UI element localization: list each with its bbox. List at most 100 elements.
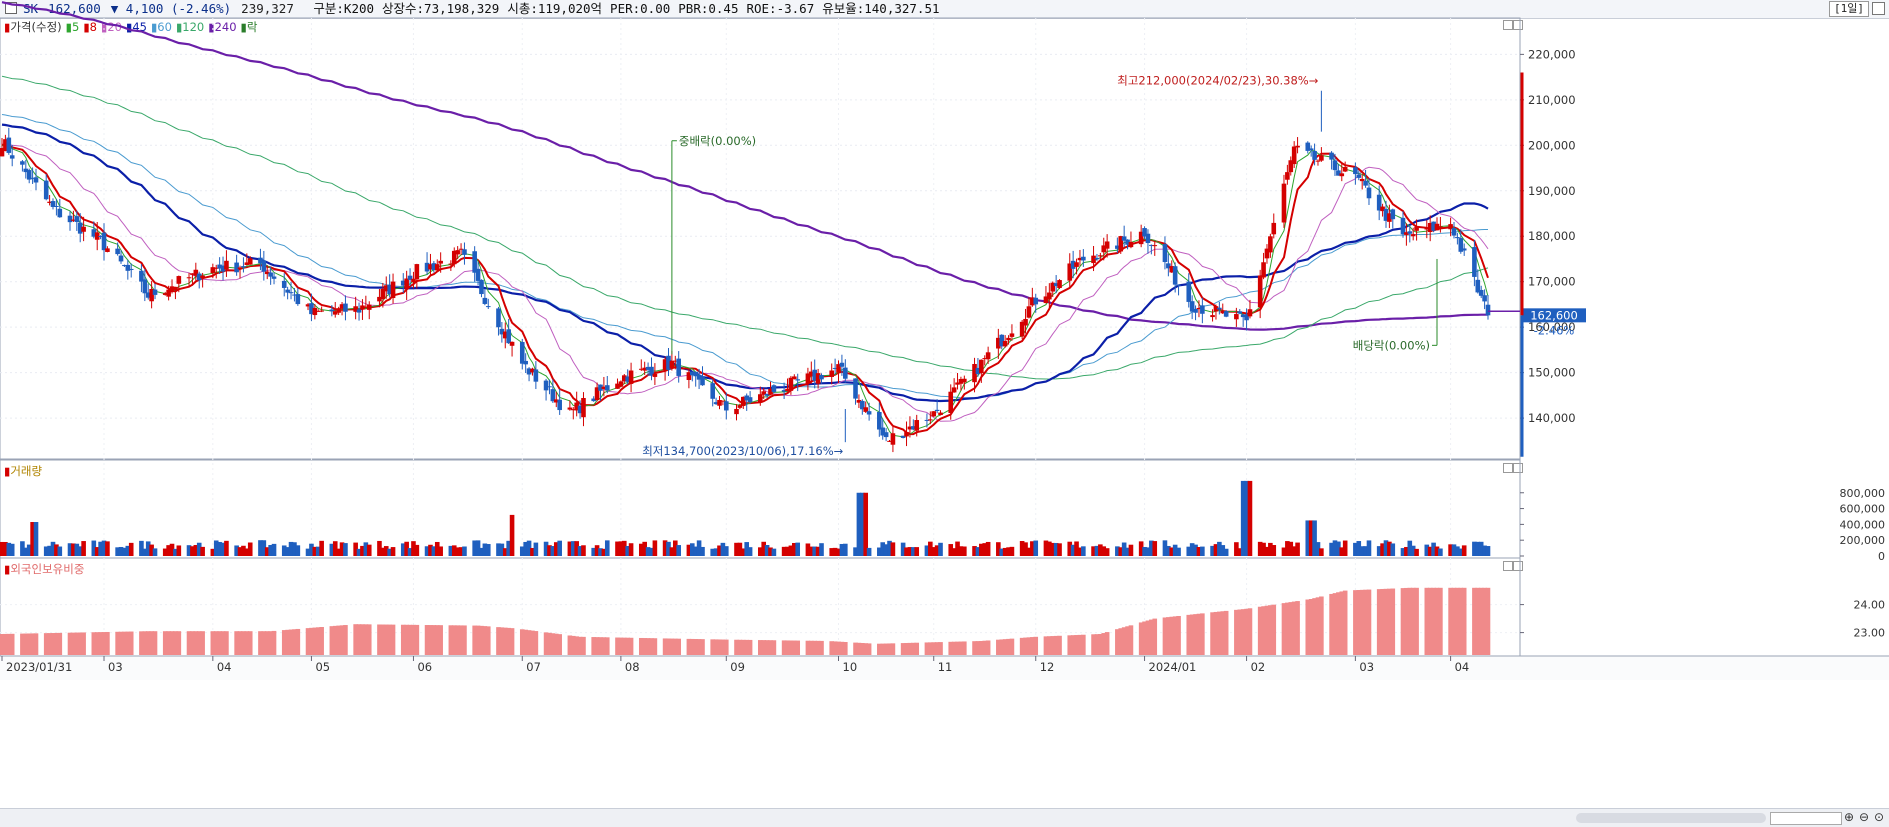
candle-body (54, 205, 59, 207)
volume-bar (1104, 548, 1110, 556)
foreign-bar (438, 625, 443, 655)
stock-chart[interactable]: 140,000150,000160,000170,000180,000190,0… (0, 0, 1889, 808)
volume-bar (914, 547, 920, 556)
volume-bar (200, 546, 205, 556)
candle-body (176, 276, 182, 284)
foreign-bar (1247, 608, 1253, 655)
candle-body (581, 398, 586, 418)
candle-body (1210, 315, 1215, 318)
volume-bar (1390, 543, 1396, 556)
foreign-bar (319, 627, 324, 655)
candle-body (152, 289, 158, 295)
price-tick-label: 210,000 (1528, 93, 1576, 107)
foreign-bar (700, 639, 705, 655)
candle-body (288, 292, 294, 294)
volume-bar (1461, 545, 1467, 556)
candle-body (336, 308, 341, 313)
candle-body (1145, 233, 1151, 244)
foreign-bar (1271, 604, 1277, 655)
candle-body (237, 267, 243, 270)
candle-body (985, 352, 991, 360)
foreign-bar (1128, 625, 1134, 655)
x-tick-label: 04 (217, 660, 232, 674)
candle-body (366, 304, 372, 310)
volume-bar (1438, 548, 1443, 556)
candle-body (128, 268, 134, 270)
candle-body (356, 309, 362, 313)
volume-bar (1342, 540, 1348, 556)
candle-body (1091, 255, 1096, 264)
foreign-bar (962, 641, 967, 655)
candle-body (295, 294, 301, 305)
candle-body (877, 412, 882, 430)
candle-body (883, 432, 889, 438)
candle-body (1438, 226, 1443, 228)
foreign-bar (628, 637, 634, 655)
candle-body (1223, 311, 1229, 317)
candle-body (1400, 217, 1406, 235)
candle-body (1152, 245, 1158, 247)
foreign-bar (1009, 638, 1015, 655)
volume-tick-label: 600,000 (1840, 503, 1886, 516)
bottom-toolbar: ⊕ ⊖ ⊙ (0, 808, 1889, 827)
candle-body (928, 419, 933, 421)
ma20-line (1, 143, 1489, 422)
candle-body (1234, 314, 1239, 320)
candle-body (1363, 180, 1368, 186)
candle-body (1482, 295, 1487, 302)
price-tick-label: 200,000 (1528, 138, 1576, 152)
volume-bar (1319, 548, 1324, 556)
candle-body (1291, 146, 1297, 165)
candle-body (771, 385, 777, 392)
candle-body (1176, 284, 1181, 286)
x-tick-label: 2023/01/31 (6, 660, 72, 674)
candle-body (758, 394, 763, 403)
volume-bar (295, 545, 301, 556)
candle-body (523, 360, 528, 365)
candle-body (414, 264, 420, 280)
candle-body (247, 258, 253, 265)
candle-body (979, 359, 984, 374)
candle-body (1407, 231, 1413, 234)
candle-body (285, 289, 290, 293)
foreign-bar (224, 631, 229, 655)
foreign-bar (343, 625, 348, 655)
x-tick-label: 08 (625, 660, 640, 674)
candle-body (1200, 305, 1205, 314)
candle-body (1339, 173, 1345, 177)
candle-body (482, 297, 488, 304)
candle-body (105, 248, 110, 252)
candle-body (268, 272, 273, 277)
candle-body (723, 401, 729, 411)
volume-bar (1485, 546, 1491, 556)
candle-body (557, 399, 562, 411)
candle-body (57, 208, 63, 218)
x-tick-label: 07 (526, 660, 541, 674)
candle-body (519, 342, 525, 364)
price-tick-label: 180,000 (1528, 229, 1576, 243)
volume-bar (1176, 547, 1181, 556)
low-annotation: 최저134,700(2023/10/06),17.16%→ (642, 444, 843, 458)
volume-bar (771, 548, 777, 556)
candle-body (224, 260, 229, 270)
candle-body (485, 306, 491, 308)
candle-body (1023, 318, 1028, 326)
foreign-bar (200, 631, 205, 655)
horizontal-scrollbar[interactable] (1576, 813, 1766, 823)
zoom-slider[interactable] (1770, 812, 1842, 825)
candle-body (390, 281, 396, 299)
zoom-out-icon[interactable]: ⊖ (1857, 810, 1871, 824)
candle-body (710, 383, 715, 399)
foreign-bar (1104, 632, 1110, 655)
volume-bar (1033, 540, 1039, 556)
foreign-bar (914, 642, 920, 655)
candle-body (1356, 174, 1362, 178)
candle-body (1271, 222, 1277, 235)
zoom-in-icon[interactable]: ⊕ (1842, 810, 1856, 824)
price-tick-label: 140,000 (1528, 411, 1576, 425)
zoom-reset-icon[interactable]: ⊙ (1872, 810, 1886, 824)
volume-bar (81, 541, 86, 556)
candle-body (788, 377, 794, 391)
foreign-tick-label: 24.00 (1854, 599, 1886, 612)
candle-body (890, 433, 896, 445)
